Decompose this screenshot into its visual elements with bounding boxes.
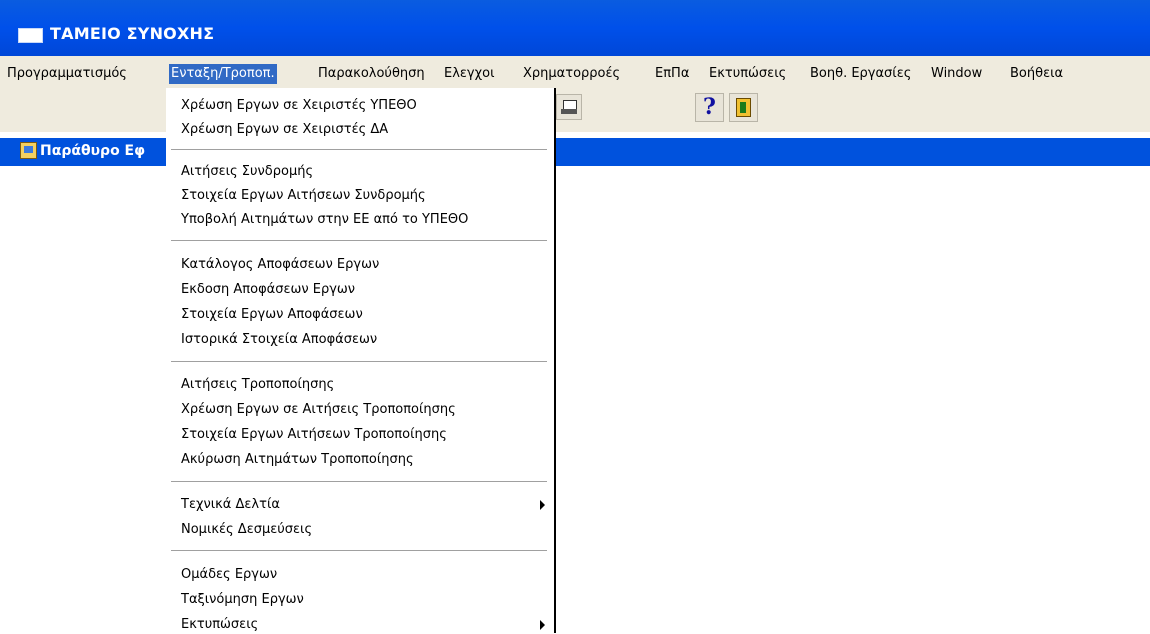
submenu-arrow-icon	[540, 500, 545, 510]
menu-item-ektyposeis[interactable]: Εκτυπώσεις	[181, 616, 258, 634]
door-icon	[736, 98, 751, 117]
help-glyph: ?	[703, 94, 716, 120]
title-bar[interactable]: ΤΑΜΕΙΟ ΣΥΝΟΧΗΣ	[0, 0, 1150, 56]
menu-window[interactable]: Window	[929, 64, 984, 84]
menu-parakolouthisi[interactable]: Παρακολούθηση	[316, 64, 427, 84]
menu-separator	[171, 481, 547, 483]
menu-item-texnika-deltia[interactable]: Τεχνικά Δελτία	[181, 496, 280, 514]
menu-eppa[interactable]: ΕπΠα	[653, 64, 691, 84]
child-window-icon	[20, 142, 37, 159]
menu-item-ekdosi-apofaseon[interactable]: Εκδοση Αποφάσεων Εργων	[181, 281, 355, 299]
menu-item-aitiseis-tropopoiisis[interactable]: Αιτήσεις Τροποποίησης	[181, 376, 334, 394]
menu-item-stoixeia-tropopoiisis[interactable]: Στοιχεία Εργων Αιτήσεων Τροποποίησης	[181, 426, 447, 444]
menu-item-omades-ergon[interactable]: Ομάδες Εργων	[181, 566, 277, 584]
menu-xrimatorroes[interactable]: Χρηματορροές	[521, 64, 622, 84]
menu-item-xreosi-tropopoiisis[interactable]: Χρέωση Εργων σε Αιτήσεις Τροποποίησης	[181, 401, 456, 419]
printer-icon[interactable]	[556, 94, 582, 120]
menu-programmatismos[interactable]: Προγραμματισμός	[5, 64, 129, 84]
menu-item-nomikes-desmeuseis[interactable]: Νομικές Δεσμεύσεις	[181, 521, 312, 539]
menu-separator	[171, 361, 547, 363]
menu-item-akyrosi-tropopoiisis[interactable]: Ακύρωση Αιτημάτων Τροποποίησης	[181, 451, 414, 469]
menu-item-stoixeia-aitiseon[interactable]: Στοιχεία Εργων Αιτήσεων Συνδρομής	[181, 187, 426, 205]
help-icon[interactable]: ?	[695, 93, 724, 122]
menu-item-katalogos-apofaseon[interactable]: Κατάλογος Αποφάσεων Εργων	[181, 256, 379, 274]
menu-separator	[171, 149, 547, 151]
menu-entaxi-tropop[interactable]: Ενταξη/Τροποπ.	[169, 64, 277, 84]
menu-item-aitiseis-syndromis[interactable]: Αιτήσεις Συνδρομής	[181, 163, 313, 181]
menu-voith-ergasies[interactable]: Βοηθ. Εργασίες	[808, 64, 913, 84]
exit-door-icon[interactable]	[729, 93, 758, 122]
menu-separator	[171, 550, 547, 552]
entaxi-dropdown-menu: Χρέωση Εργων σε Χειριστές ΥΠΕΘΟ Χρέωση Ε…	[166, 88, 556, 633]
submenu-arrow-icon	[540, 620, 545, 630]
child-window-title: Παράθυρο Εφ	[40, 143, 146, 159]
menu-item-xreosi-ypetho[interactable]: Χρέωση Εργων σε Χειριστές ΥΠΕΘΟ	[181, 97, 417, 115]
menu-ektyposeis[interactable]: Εκτυπώσεις	[707, 64, 788, 84]
menu-voitheia[interactable]: Βοήθεια	[1008, 64, 1065, 84]
menu-item-xreosi-da[interactable]: Χρέωση Εργων σε Χειριστές ΔΑ	[181, 121, 388, 139]
menu-item-ypovoli-aitimaton[interactable]: Υποβολή Αιτημάτων στην ΕΕ από το ΥΠΕΘΟ	[181, 211, 468, 229]
menu-separator	[171, 240, 547, 242]
window-icon	[18, 28, 43, 43]
menu-item-taxinomisi-ergon[interactable]: Ταξινόμηση Εργων	[181, 591, 304, 609]
menu-elegxoi[interactable]: Ελεγχοι	[442, 64, 497, 84]
menu-bar: Προγραμματισμός Ενταξη/Τροποπ. Παρακολού…	[0, 56, 1150, 92]
menu-item-istorika-apofaseon[interactable]: Ιστορικά Στοιχεία Αποφάσεων	[181, 331, 377, 349]
window-title: ΤΑΜΕΙΟ ΣΥΝΟΧΗΣ	[50, 24, 215, 43]
menu-item-stoixeia-apofaseon[interactable]: Στοιχεία Εργων Αποφάσεων	[181, 306, 363, 324]
